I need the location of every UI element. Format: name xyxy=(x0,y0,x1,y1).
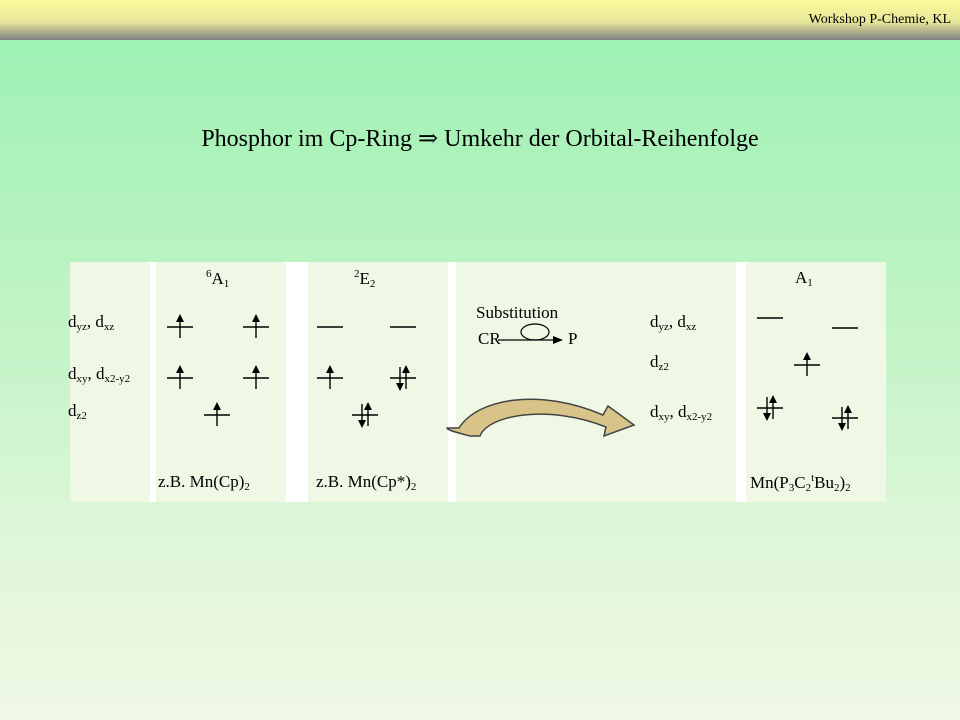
electron-down-arrowhead xyxy=(763,413,771,421)
electron-down-arrowhead xyxy=(396,383,404,391)
electron-down-arrowhead xyxy=(838,423,846,431)
electron-down-arrowhead xyxy=(358,420,366,428)
energy-levels xyxy=(167,314,858,431)
electron-up-arrowhead xyxy=(213,402,221,410)
electron-up-arrowhead xyxy=(769,395,777,403)
electron-up-arrowhead xyxy=(326,365,334,373)
electron-up-arrowhead xyxy=(176,314,184,322)
electron-up-arrowhead xyxy=(364,402,372,410)
electron-up-arrowhead xyxy=(252,314,260,322)
electron-up-arrowhead xyxy=(176,365,184,373)
electron-up-arrowhead xyxy=(252,365,260,373)
electron-up-arrowhead xyxy=(844,405,852,413)
electron-up-arrowhead xyxy=(402,365,410,373)
electron-up-arrowhead xyxy=(803,352,811,360)
